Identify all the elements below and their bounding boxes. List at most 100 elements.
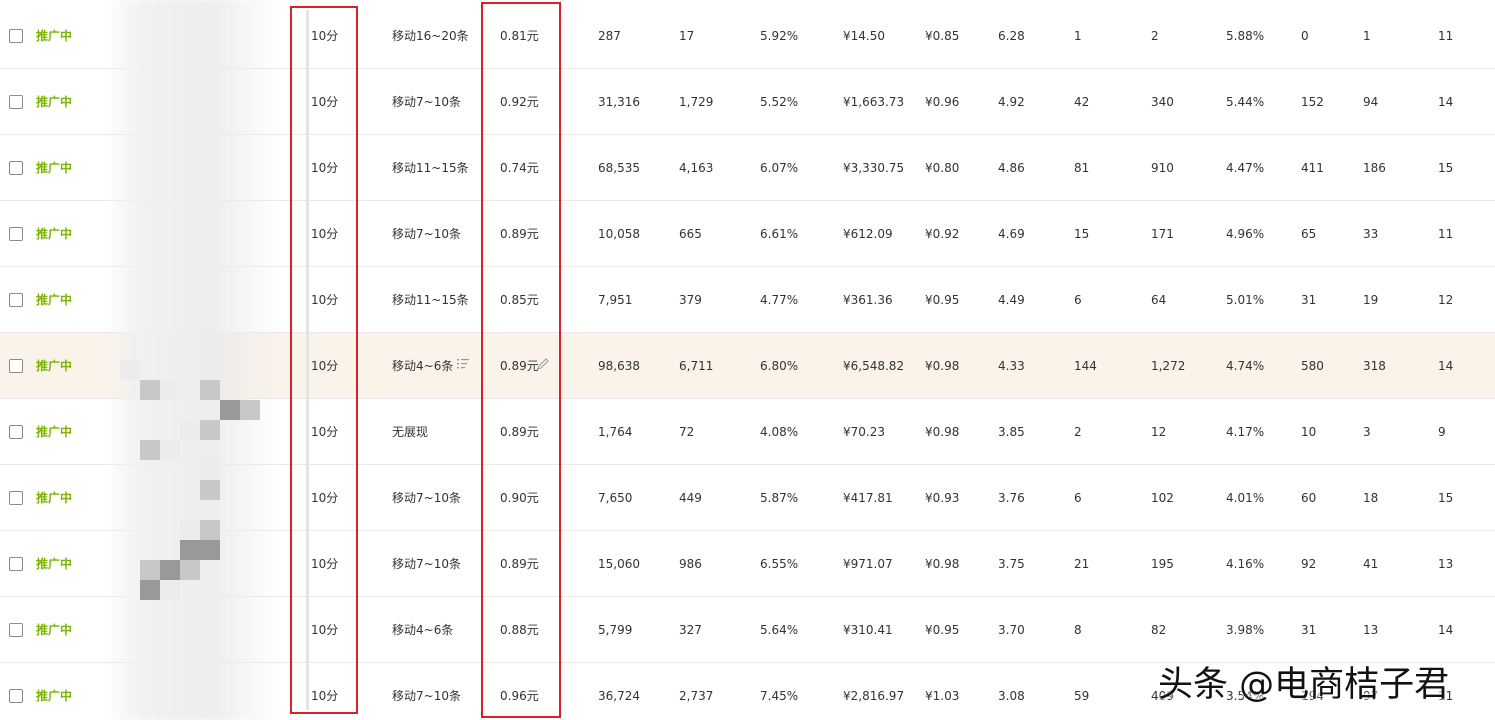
metric-col1: 1 <box>1074 29 1082 43</box>
metric-col1: 15 <box>1074 227 1090 241</box>
metric-col6: 14 <box>1438 623 1454 637</box>
metric-score: 3.76 <box>998 491 1025 505</box>
metric-col1: 42 <box>1074 95 1090 109</box>
metric-col3: 4.17% <box>1226 425 1265 439</box>
status-label[interactable]: 推广中 <box>36 399 72 465</box>
metric-col3: 5.44% <box>1226 95 1265 109</box>
metric-score: 6.28 <box>998 29 1025 43</box>
table-row: 推广中 10分 移动11~15条 0.74元 68,535 4,163 6.07… <box>0 135 1495 201</box>
metric-col3: 4.16% <box>1226 557 1265 571</box>
avg-cpc: ¥0.98 <box>925 557 960 571</box>
status-label[interactable]: 推广中 <box>36 69 72 135</box>
row-checkbox[interactable] <box>9 227 23 241</box>
impressions: 287 <box>598 29 621 43</box>
row-checkbox[interactable] <box>9 425 23 439</box>
status-label[interactable]: 推广中 <box>36 3 72 69</box>
bid-price[interactable]: 0.89元 <box>500 333 539 399</box>
metric-col6: 11 <box>1438 29 1454 43</box>
avg-cpc: ¥0.96 <box>925 95 960 109</box>
row-checkbox[interactable] <box>9 359 23 373</box>
metric-col4: 0 <box>1301 29 1309 43</box>
row-checkbox[interactable] <box>9 689 23 703</box>
avg-cpc: ¥0.98 <box>925 359 960 373</box>
clicks: 1,729 <box>679 95 714 109</box>
row-checkbox[interactable] <box>9 95 23 109</box>
metric-col6: 14 <box>1438 359 1454 373</box>
clicks: 327 <box>679 623 702 637</box>
status-label[interactable]: 推广中 <box>36 597 72 663</box>
metric-score: 4.33 <box>998 359 1025 373</box>
bid-price[interactable]: 0.89元 <box>500 201 539 267</box>
metric-score: 3.70 <box>998 623 1025 637</box>
metric-col1: 8 <box>1074 623 1082 637</box>
status-label[interactable]: 推广中 <box>36 135 72 201</box>
impressions: 7,951 <box>598 293 633 307</box>
row-checkbox[interactable] <box>9 623 23 637</box>
metric-score: 3.85 <box>998 425 1025 439</box>
clicks: 449 <box>679 491 702 505</box>
pencil-icon[interactable] <box>536 357 550 371</box>
bid-price[interactable]: 0.74元 <box>500 135 539 201</box>
table-row: 推广中 10分 移动7~10条 0.89元 15,060 986 6.55% ¥… <box>0 531 1495 597</box>
row-checkbox[interactable] <box>9 29 23 43</box>
impressions: 1,764 <box>598 425 633 439</box>
metric-col4: 580 <box>1301 359 1324 373</box>
status-label[interactable]: 推广中 <box>36 201 72 267</box>
metric-col1: 2 <box>1074 425 1082 439</box>
metric-col3: 4.96% <box>1226 227 1265 241</box>
metric-col4: 65 <box>1301 227 1317 241</box>
metric-col2: 64 <box>1151 293 1167 307</box>
avg-cpc: ¥0.95 <box>925 293 960 307</box>
row-checkbox[interactable] <box>9 161 23 175</box>
table-row: 推广中 10分 移动7~10条 0.89元 10,058 665 6.61% ¥… <box>0 201 1495 267</box>
metric-col5: 318 <box>1363 359 1386 373</box>
metric-col4: 60 <box>1301 491 1317 505</box>
metric-col3: 4.01% <box>1226 491 1265 505</box>
metric-score: 4.92 <box>998 95 1025 109</box>
row-checkbox[interactable] <box>9 491 23 505</box>
bid-price[interactable]: 0.96元 <box>500 663 539 720</box>
table-row: 推广中 10分 移动7~10条 0.90元 7,650 449 5.87% ¥4… <box>0 465 1495 531</box>
metric-col5: 33 <box>1363 227 1379 241</box>
column-divider <box>306 10 309 710</box>
status-label[interactable]: 推广中 <box>36 663 72 720</box>
metric-col5: 186 <box>1363 161 1386 175</box>
rank-position: 无展现 <box>392 425 429 439</box>
bid-price[interactable]: 0.81元 <box>500 3 539 69</box>
bid-price[interactable]: 0.89元 <box>500 399 539 465</box>
metric-col3: 4.47% <box>1226 161 1265 175</box>
time-slot: 10分 <box>311 689 339 703</box>
bid-price[interactable]: 0.89元 <box>500 531 539 597</box>
bid-price[interactable]: 0.85元 <box>500 267 539 333</box>
click-rate: 5.52% <box>760 95 799 109</box>
metric-col4: 152 <box>1301 95 1324 109</box>
metric-col2: 12 <box>1151 425 1167 439</box>
rank-position: 移动7~10条 <box>392 689 461 703</box>
time-slot: 10分 <box>311 623 339 637</box>
status-label[interactable]: 推广中 <box>36 267 72 333</box>
status-label[interactable]: 推广中 <box>36 465 72 531</box>
impressions: 7,650 <box>598 491 633 505</box>
metric-col6: 12 <box>1438 293 1454 307</box>
metric-col2: 2 <box>1151 29 1159 43</box>
list-settings-icon[interactable] <box>456 357 470 371</box>
rank-position: 移动4~6条 <box>392 623 454 637</box>
metric-col1: 21 <box>1074 557 1090 571</box>
row-checkbox[interactable] <box>9 293 23 307</box>
status-label[interactable]: 推广中 <box>36 531 72 597</box>
metric-col1: 6 <box>1074 293 1082 307</box>
row-checkbox[interactable] <box>9 557 23 571</box>
metric-col4: 92 <box>1301 557 1317 571</box>
bid-price[interactable]: 0.88元 <box>500 597 539 663</box>
rank-position: 移动7~10条 <box>392 227 461 241</box>
clicks: 72 <box>679 425 695 439</box>
metric-col6: 13 <box>1438 557 1454 571</box>
metric-col6: 9 <box>1438 425 1446 439</box>
time-slot: 10分 <box>311 227 339 241</box>
status-label[interactable]: 推广中 <box>36 333 72 399</box>
metric-col2: 1,272 <box>1151 359 1186 373</box>
metric-col2: 82 <box>1151 623 1167 637</box>
bid-price[interactable]: 0.92元 <box>500 69 539 135</box>
metric-score: 3.75 <box>998 557 1025 571</box>
bid-price[interactable]: 0.90元 <box>500 465 539 531</box>
